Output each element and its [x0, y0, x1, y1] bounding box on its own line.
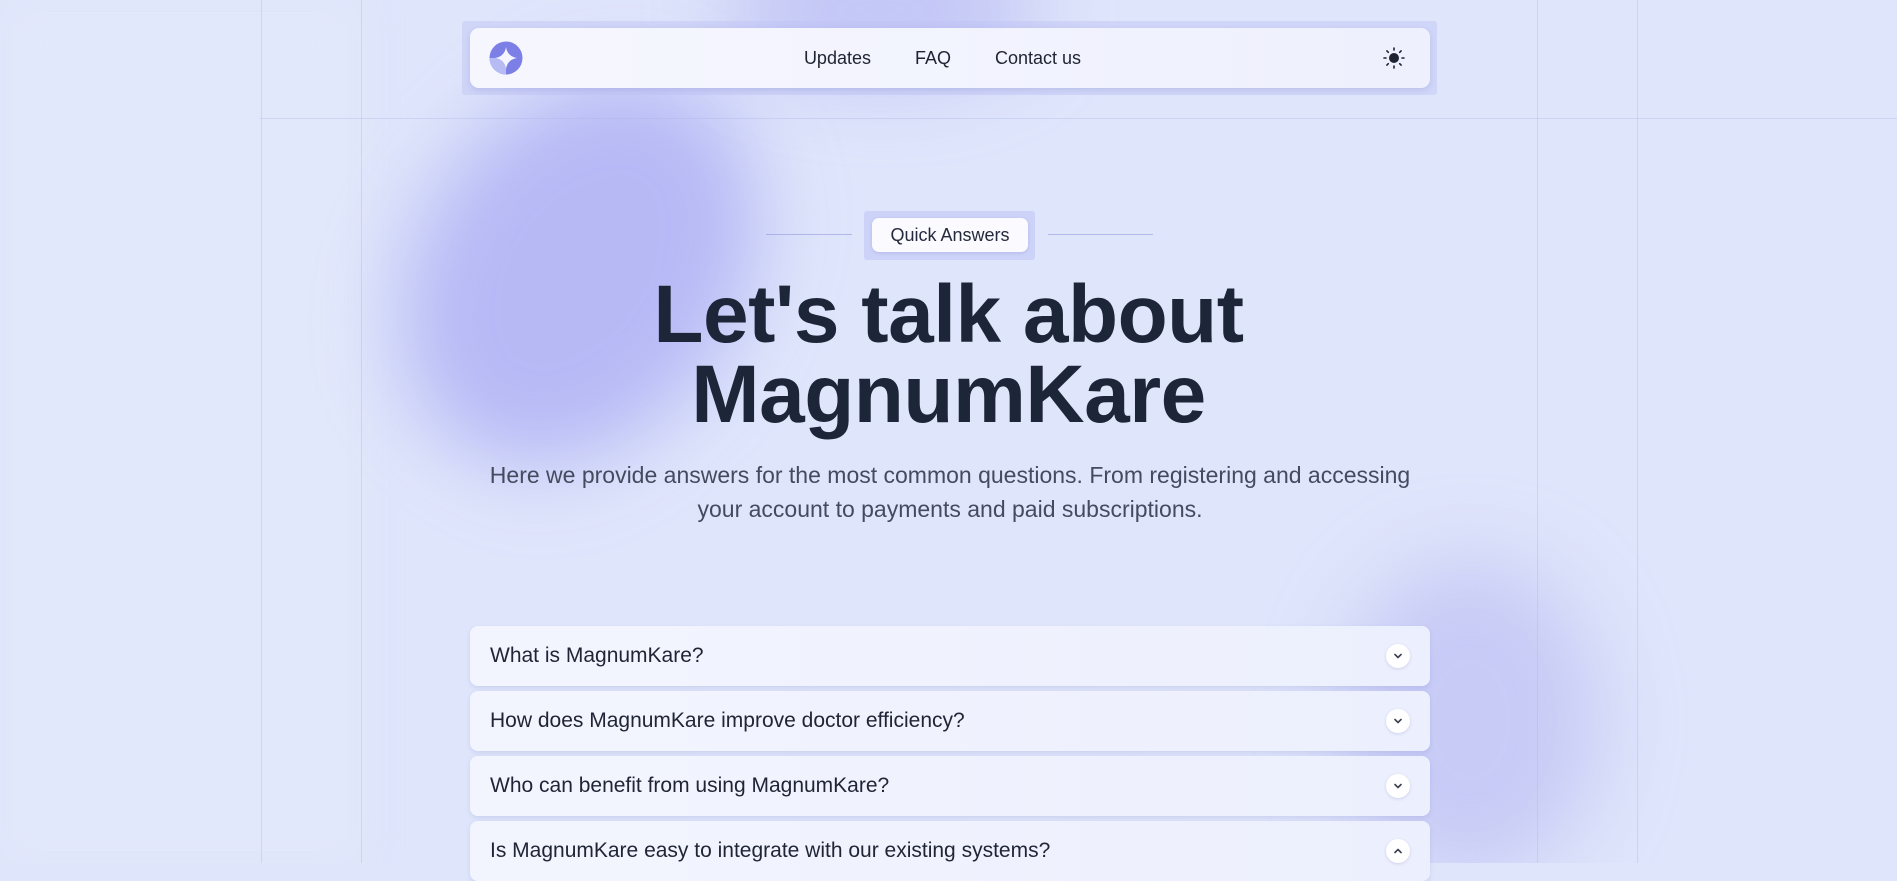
faq-item[interactable]: How does MagnumKare improve doctor effic… — [470, 691, 1430, 751]
faq-question: How does MagnumKare improve doctor effic… — [490, 709, 965, 732]
faq-question: Who can benefit from using MagnumKare? — [490, 774, 890, 797]
nav-link-updates[interactable]: Updates — [804, 48, 871, 69]
nav-link-faq[interactable]: FAQ — [915, 48, 951, 69]
badge-divider-right — [1048, 234, 1153, 235]
page-subtitle-line-2: your account to payments and paid subscr… — [697, 496, 1203, 522]
faq-item[interactable]: Who can benefit from using MagnumKare? — [470, 756, 1430, 816]
page-title: Let's talk about MagnumKare — [0, 274, 1897, 436]
chevron-down-icon[interactable] — [1386, 774, 1410, 798]
faq-question: Is MagnumKare easy to integrate with our… — [490, 839, 1051, 862]
quick-answers-badge: Quick Answers — [872, 218, 1028, 252]
chevron-down-icon[interactable] — [1386, 709, 1410, 733]
nav-link-contact[interactable]: Contact us — [995, 48, 1081, 69]
faq-question: What is MagnumKare? — [490, 644, 704, 667]
badge-divider-left — [766, 234, 852, 235]
navbar: Updates FAQ Contact us — [470, 28, 1430, 88]
page-title-line-2: MagnumKare — [691, 349, 1206, 440]
page-title-line-1: Let's talk about — [653, 269, 1244, 360]
faq-item-expanded[interactable]: Is MagnumKare easy to integrate with our… — [470, 821, 1430, 881]
faq-item[interactable]: What is MagnumKare? — [470, 626, 1430, 686]
page-subtitle-line-1: Here we provide answers for the most com… — [489, 462, 1411, 488]
chevron-up-icon[interactable] — [1386, 839, 1410, 863]
chevron-down-icon[interactable] — [1386, 644, 1410, 668]
sun-icon[interactable] — [1382, 46, 1406, 70]
nav-links: Updates FAQ Contact us — [470, 28, 1430, 88]
page-subtitle: Here we provide answers for the most com… — [470, 458, 1430, 526]
